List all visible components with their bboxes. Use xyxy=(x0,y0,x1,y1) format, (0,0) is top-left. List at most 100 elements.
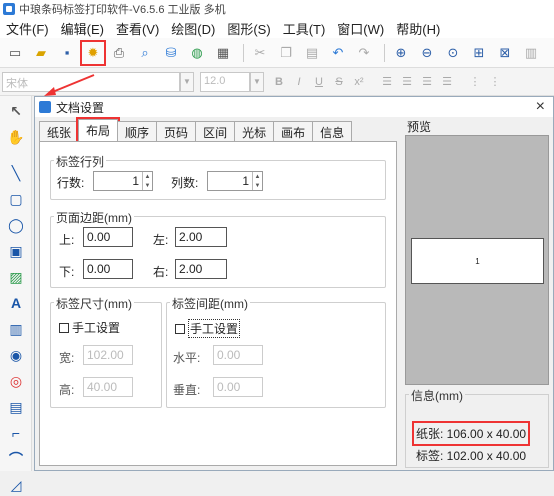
height-label: 高: xyxy=(59,383,75,397)
tab-info[interactable]: 信息 xyxy=(312,121,353,141)
open-file-icon[interactable]: ▰ xyxy=(30,42,52,64)
right-margin-input[interactable]: 2.00 xyxy=(175,259,227,279)
chevron-down-icon[interactable]: ▼ xyxy=(250,71,264,92)
stepper-up-icon[interactable]: ▲ xyxy=(143,172,152,181)
copy-icon[interactable]: ❐ xyxy=(275,42,297,64)
new-file-icon[interactable]: ▭ xyxy=(4,42,26,64)
vertical-spacing-input[interactable]: 0.00 xyxy=(213,377,263,397)
line-tool-icon[interactable]: ╲ xyxy=(5,162,27,184)
cols-stepper[interactable]: 1 ▲ ▼ xyxy=(207,171,263,191)
horizontal-spacing-input[interactable]: 0.00 xyxy=(213,345,263,365)
align-icon[interactable]: ▥ xyxy=(520,42,542,64)
database-icon[interactable]: ⛁ xyxy=(160,42,182,64)
label-size-manual-checkbox[interactable]: 手工设置 xyxy=(59,319,120,336)
paste-icon[interactable]: ▤ xyxy=(301,42,323,64)
label-size-group: 标签尺寸(mm) 手工设置 宽: 102.00 高: 40.00 xyxy=(50,295,162,408)
qrcode-tool-icon[interactable]: ◉ xyxy=(5,344,27,366)
rows-stepper[interactable]: 1 ▲ ▼ xyxy=(93,171,153,191)
title-bar: 中琅条码标签打印软件-V6.5.6 工业版 多机 xyxy=(0,0,554,18)
stepper-up-icon[interactable]: ▲ xyxy=(253,172,262,181)
chevron-down-icon[interactable]: ▼ xyxy=(180,71,194,92)
bold-icon[interactable]: B xyxy=(270,72,288,92)
undo-icon[interactable]: ↶ xyxy=(327,42,349,64)
stepper-down-icon[interactable]: ▼ xyxy=(143,181,152,190)
superscript-icon[interactable]: x² xyxy=(350,72,368,92)
left-margin-input[interactable]: 2.00 xyxy=(175,227,227,247)
justify-icon[interactable]: ☰ xyxy=(438,72,456,92)
zoom-page-icon[interactable]: ⊞ xyxy=(468,42,490,64)
rows-cols-legend: 标签行列 xyxy=(54,153,107,170)
italic-icon[interactable]: I xyxy=(290,72,308,92)
spacing-icon[interactable]: ⋮ xyxy=(466,72,484,92)
barcode-tool-icon[interactable]: ▥ xyxy=(5,318,27,340)
redo-icon[interactable]: ↷ xyxy=(353,42,375,64)
rows-value: 1 xyxy=(132,174,139,188)
dialog-icon xyxy=(39,101,51,113)
width-input[interactable]: 102.00 xyxy=(83,345,133,365)
menu-draw[interactable]: 绘图(D) xyxy=(165,19,221,38)
menu-tools[interactable]: 工具(T) xyxy=(277,19,332,38)
text-tool-icon[interactable]: A xyxy=(5,292,27,314)
underline-icon[interactable]: U xyxy=(310,72,328,92)
zoom-in-icon[interactable]: ⊕ xyxy=(390,42,412,64)
font-name-select[interactable]: 宋体 xyxy=(2,71,180,92)
font-toolbar: 宋体 ▼ 12.0 ▼ B I U S x² ☰ ☰ ☰ ☰ ⋮ ⋮ xyxy=(0,68,554,96)
app-logo-icon xyxy=(3,3,15,15)
checkbox-box xyxy=(175,323,185,334)
font-size-select[interactable]: 12.0 xyxy=(200,71,250,92)
arc-tool-icon[interactable]: ⌒ xyxy=(5,448,27,470)
align-center-icon[interactable]: ☰ xyxy=(398,72,416,92)
tab-canvas[interactable]: 画布 xyxy=(273,121,314,141)
curve-tool-icon[interactable]: ⌐ xyxy=(5,422,27,444)
shape-tool-icon[interactable]: ◎ xyxy=(5,370,27,392)
margins-group: 页面边距(mm) 上: 0.00 左: 2.00 下: 0.00 右: 2.00 xyxy=(50,209,386,288)
tab-paper[interactable]: 纸张 xyxy=(39,121,80,141)
color-icon[interactable]: ◍ xyxy=(186,42,208,64)
cut-icon[interactable]: ✂ xyxy=(249,42,271,64)
grid-icon[interactable]: ▦ xyxy=(212,42,234,64)
select-tool-icon[interactable]: ↖ xyxy=(5,100,27,122)
left-margin-label: 左: xyxy=(153,233,169,247)
info-legend: 信息(mm) xyxy=(409,387,465,404)
tab-layout[interactable]: 布局 xyxy=(76,117,121,143)
menu-edit[interactable]: 编辑(E) xyxy=(55,19,110,38)
menu-window[interactable]: 窗口(W) xyxy=(331,19,390,38)
preview-page-number: 1 xyxy=(475,256,480,266)
preview-area: 1 xyxy=(405,135,549,385)
menu-shape[interactable]: 图形(S) xyxy=(221,19,276,38)
align-left-icon[interactable]: ☰ xyxy=(378,72,396,92)
table-tool-icon[interactable]: ▤ xyxy=(5,396,27,418)
tab-range[interactable]: 区间 xyxy=(195,121,236,141)
top-margin-input[interactable]: 0.00 xyxy=(83,227,133,247)
rectangle-tool-icon[interactable]: ▢ xyxy=(5,188,27,210)
ellipse-tool-icon[interactable]: ◯ xyxy=(5,214,27,236)
menu-view[interactable]: 查看(V) xyxy=(110,19,165,38)
pan-tool-icon[interactable]: ✋ xyxy=(5,126,27,148)
tab-cursor[interactable]: 光标 xyxy=(234,121,275,141)
rounded-rect-tool-icon[interactable]: ▣ xyxy=(5,240,27,262)
tab-page-number[interactable]: 页码 xyxy=(156,121,197,141)
align-right-icon[interactable]: ☰ xyxy=(418,72,436,92)
zoom-out-icon[interactable]: ⊖ xyxy=(416,42,438,64)
menu-file[interactable]: 文件(F) xyxy=(0,19,55,38)
zoom-fit-icon[interactable]: ⊙ xyxy=(442,42,464,64)
triangle-tool-icon[interactable]: ◿ xyxy=(5,474,27,496)
rows-cols-group: 标签行列 行数: 1 ▲ ▼ 列数: 1 ▲ ▼ xyxy=(50,153,386,200)
indent-icon[interactable]: ⋮ xyxy=(486,72,504,92)
print-icon[interactable]: ⎙ xyxy=(108,42,130,64)
stepper-down-icon[interactable]: ▼ xyxy=(253,181,262,190)
save-icon[interactable]: ▪ xyxy=(56,42,78,64)
bottom-margin-input[interactable]: 0.00 xyxy=(83,259,133,279)
zoom-width-icon[interactable]: ⊠ xyxy=(494,42,516,64)
tab-order[interactable]: 顺序 xyxy=(117,121,158,141)
close-icon[interactable]: × xyxy=(536,98,545,116)
right-margin-label: 右: xyxy=(153,265,169,279)
height-input[interactable]: 40.00 xyxy=(83,377,133,397)
image-tool-icon[interactable]: ▨ xyxy=(5,266,27,288)
strikethrough-icon[interactable]: S xyxy=(330,72,348,92)
label-spacing-manual-checkbox[interactable]: 手工设置 xyxy=(175,319,241,338)
document-settings-icon[interactable]: ✹ xyxy=(80,39,106,66)
print-preview-icon[interactable]: ⌕ xyxy=(134,42,156,64)
vertical-spacing-label: 垂直: xyxy=(173,383,201,397)
menu-help[interactable]: 帮助(H) xyxy=(390,19,446,38)
